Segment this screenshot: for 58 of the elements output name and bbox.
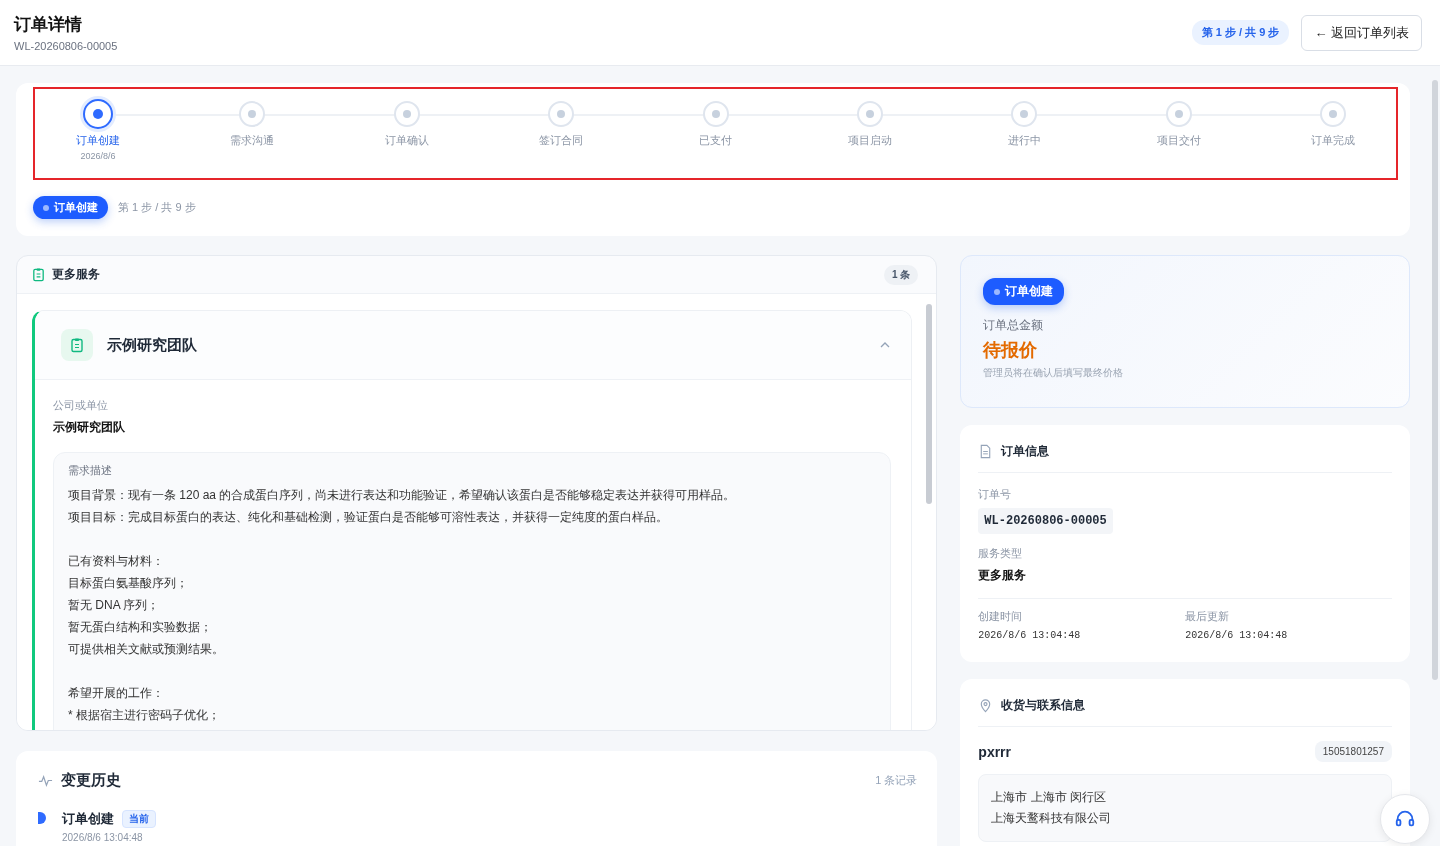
field-label: 创建时间	[978, 609, 1024, 624]
record-count: 1 条记录	[875, 773, 918, 788]
panel-title: 变更历史	[61, 771, 121, 790]
created-time: 2026/8/6 13:04:48	[978, 630, 1082, 641]
field-label: 需求描述	[68, 463, 113, 478]
amount-value: 待报价	[983, 339, 1039, 362]
step-label[interactable]: 进行中	[1007, 133, 1041, 148]
description-line: 可提供相关文献或预测结果。	[68, 641, 225, 658]
step-badge: 第 1 步 / 共 9 步	[1191, 20, 1290, 45]
support-button[interactable]	[1380, 794, 1430, 844]
count-badge: 1 条	[884, 264, 919, 285]
step-label[interactable]: 需求沟通	[230, 133, 275, 148]
field-label: 公司或单位	[53, 398, 109, 413]
updated-time: 2026/8/6 13:04:48	[1185, 630, 1289, 641]
step-label[interactable]: 项目启动	[847, 133, 892, 148]
panel-title: 更多服务	[52, 266, 100, 283]
page-title: 订单详情	[14, 14, 83, 36]
history-time: 2026/8/6 13:04:48	[62, 832, 144, 843]
clipboard-icon	[61, 329, 93, 361]
contact-name: pxrrr	[978, 743, 1011, 760]
step-label[interactable]: 订单创建	[76, 133, 120, 148]
step-label[interactable]: 项目交付	[1156, 133, 1201, 148]
field-label: 最后更新	[1185, 609, 1231, 624]
description-line: 目标蛋白氨基酸序列；	[68, 575, 189, 592]
field-label: 订单号	[978, 487, 1013, 502]
status-pill: 订单创建	[983, 278, 1065, 305]
back-button[interactable]: ← 返回订单列表	[1301, 14, 1422, 51]
address-line: 上海市 上海市 闵行区	[991, 789, 1107, 806]
step-label[interactable]: 订单完成	[1311, 133, 1355, 148]
company-name: 示例研究团队	[53, 419, 126, 436]
description-line: 项目背景：现有一条 120 aa 的合成蛋白序列，尚未进行表达和功能验证，希望确认该蛋白是否能够稳定表达并获得可用样品。	[68, 487, 737, 504]
order-number: WL-20260806-00005	[14, 40, 118, 52]
amount-note: 管理员将在确认后填写最终价格	[983, 366, 1125, 380]
card-title: 订单信息	[1001, 443, 1050, 460]
description-line: 暂无 DNA 序列；	[68, 597, 161, 614]
step-count: 第 1 步 / 共 9 步	[118, 200, 196, 215]
order-number: WL-20260806-00005	[978, 508, 1113, 534]
phone-badge: 15051801257	[1314, 741, 1392, 762]
status-pill: 订单创建	[33, 196, 108, 219]
step-label[interactable]: 已支付	[699, 133, 732, 148]
step-label[interactable]: 订单确认	[384, 133, 429, 148]
amount-label: 订单总金额	[983, 317, 1045, 334]
clipboard-icon	[31, 267, 46, 282]
address-line: 上海天鹜科技有限公司	[991, 810, 1113, 827]
card-title: 收货与联系信息	[1001, 697, 1086, 714]
description-line: * 根据宿主进行密码子优化；	[68, 707, 221, 724]
service-name: 示例研究团队	[107, 335, 197, 355]
description-line: 已有资料与材料：	[68, 553, 165, 570]
description-line: 项目目标：完成目标蛋白的表达、纯化和基础检测，验证蛋白是否能够可溶性表达，并获得一定纯度的蛋白样品。	[68, 509, 669, 526]
description-line: 希望开展的工作：	[68, 685, 165, 702]
current-tag: 当前	[122, 810, 156, 828]
step-label[interactable]: 签订合同	[539, 133, 584, 148]
history-status: 订单创建	[62, 810, 114, 828]
service-type: 更多服务	[978, 567, 1028, 584]
step-date: 2026/8/6	[80, 151, 116, 161]
activity-icon	[38, 773, 53, 788]
field-label: 服务类型	[978, 546, 1024, 561]
description-line: 暂无蛋白结构和实验数据；	[68, 619, 213, 636]
